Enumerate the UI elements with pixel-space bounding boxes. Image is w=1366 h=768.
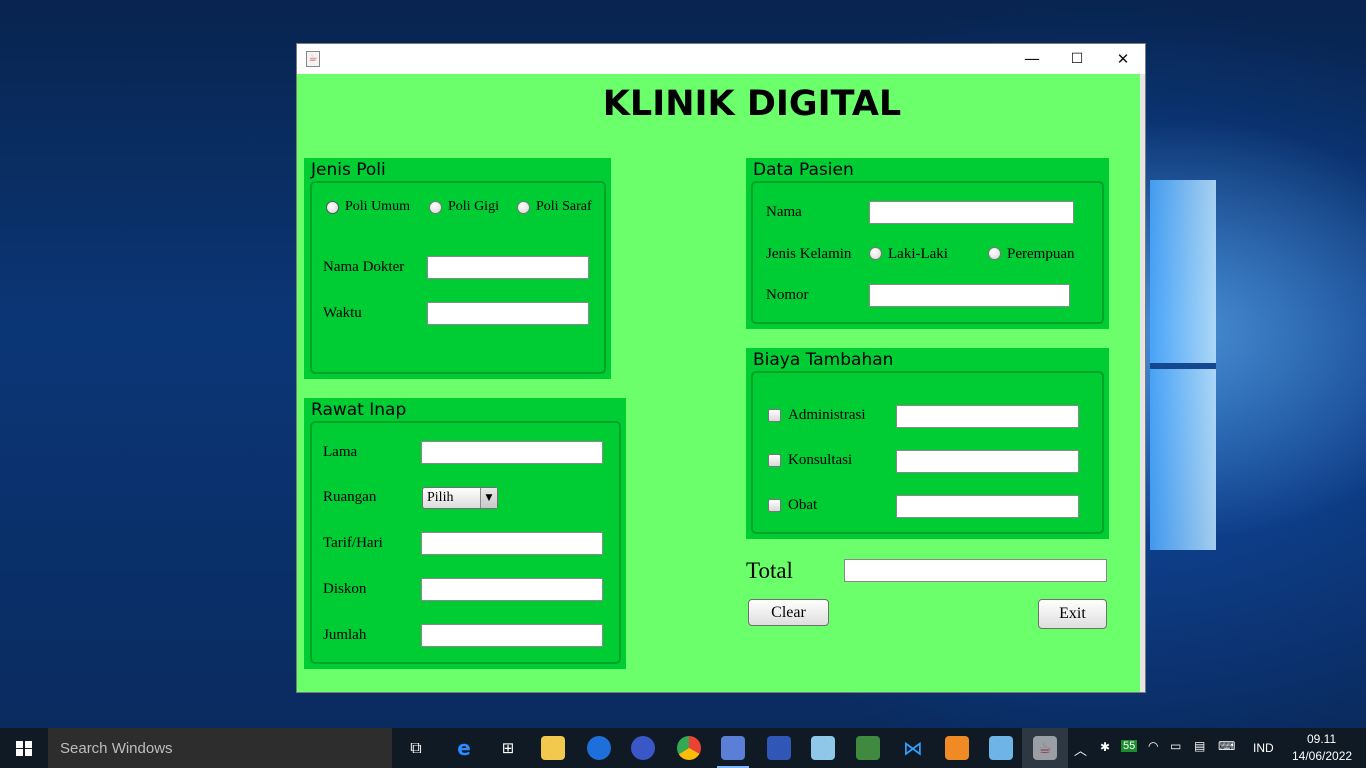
biaya-tambahan-title: Biaya Tambahan <box>753 350 894 370</box>
windows-logo-wallpaper <box>1150 180 1216 550</box>
store-icon[interactable]: ⊞ <box>496 736 520 760</box>
task-view-icon[interactable]: ⧉ <box>404 736 428 760</box>
perempuan-label: Perempuan <box>1007 246 1075 262</box>
window-edge <box>1140 74 1145 692</box>
start-button[interactable] <box>0 728 48 768</box>
rawat-inap-panel: Rawat Inap Lama Ruangan Pilih ▼ Tarif/Ha… <box>304 398 626 669</box>
bluetooth-icon[interactable]: ✱ <box>1100 740 1110 754</box>
java-app-icon: ☕ <box>306 51 320 67</box>
data-pasien-panel: Data Pasien Nama Jenis Kelamin Laki-Laki… <box>746 158 1109 329</box>
exit-button[interactable]: Exit <box>1038 599 1107 629</box>
nomor-field[interactable] <box>869 284 1070 307</box>
vscode-icon[interactable]: ⋈ <box>901 736 925 760</box>
nomor-label: Nomor <box>766 287 809 303</box>
title-bar[interactable]: ☕ — ☐ ✕ <box>297 44 1145 74</box>
biaya-tambahan-panel: Biaya Tambahan Administrasi Konsultasi O… <box>746 348 1109 539</box>
chevron-down-icon[interactable]: ▼ <box>480 488 497 508</box>
poli-umum-radio[interactable] <box>326 201 339 214</box>
clear-button[interactable]: Clear <box>748 599 829 626</box>
lama-label: Lama <box>323 444 358 460</box>
administrasi-checkbox[interactable] <box>768 409 781 422</box>
virtualbox-icon[interactable] <box>945 736 969 760</box>
poli-gigi-label: Poli Gigi <box>448 199 499 214</box>
firefox-icon[interactable] <box>631 736 655 760</box>
poli-saraf-radio[interactable] <box>517 201 530 214</box>
tarif-hari-label: Tarif/Hari <box>323 535 383 551</box>
close-button[interactable]: ✕ <box>1100 44 1146 74</box>
paint-icon[interactable] <box>721 736 745 760</box>
ruangan-dropdown[interactable]: Pilih ▼ <box>422 487 498 509</box>
page-title: KLINIK DIGITAL <box>602 84 902 124</box>
waktu-label: Waktu <box>323 305 362 321</box>
notepad-icon[interactable] <box>811 736 835 760</box>
obat-field[interactable] <box>896 495 1079 518</box>
3d-box-icon[interactable] <box>989 736 1013 760</box>
obat-checkbox[interactable] <box>768 499 781 512</box>
diskon-label: Diskon <box>323 581 367 597</box>
java-active-highlight <box>1022 728 1068 768</box>
laki-laki-radio[interactable] <box>869 247 882 260</box>
minimize-button[interactable]: — <box>1009 44 1055 74</box>
edge-icon[interactable]: e <box>452 736 476 760</box>
waktu-field[interactable] <box>427 302 589 325</box>
search-placeholder: Search Windows <box>60 740 173 757</box>
konsultasi-field[interactable] <box>896 450 1079 473</box>
chrome-icon[interactable] <box>677 736 701 760</box>
konsultasi-label: Konsultasi <box>788 452 853 468</box>
battery-badge[interactable]: 55 <box>1121 740 1138 752</box>
tarif-hari-field[interactable] <box>421 532 603 555</box>
poli-gigi-radio[interactable] <box>429 201 442 214</box>
form-content: KLINIK DIGITAL Jenis Poli Poli Umum Poli… <box>297 74 1140 692</box>
tray-chevron-up-icon[interactable]: ︿ <box>1074 740 1087 759</box>
nama-dokter-label: Nama Dokter <box>323 259 405 275</box>
jenis-poli-panel: Jenis Poli Poli Umum Poli Gigi Poli Sara… <box>304 158 611 379</box>
app-window: ☕ — ☐ ✕ KLINIK DIGITAL Jenis Poli Poli U… <box>296 43 1146 693</box>
rawat-inap-title: Rawat Inap <box>311 400 407 420</box>
lama-field[interactable] <box>421 441 603 464</box>
ruangan-label: Ruangan <box>323 489 377 505</box>
file-explorer-icon[interactable] <box>541 736 565 760</box>
total-field[interactable] <box>844 559 1107 582</box>
nama-dokter-field[interactable] <box>427 256 589 279</box>
wifi-icon[interactable]: ◠ <box>1148 739 1158 753</box>
clock-time[interactable]: 09.11 <box>1307 732 1336 746</box>
konsultasi-checkbox[interactable] <box>768 454 781 467</box>
administrasi-field[interactable] <box>896 405 1079 428</box>
search-box[interactable]: Search Windows <box>48 728 392 768</box>
total-label: Total <box>746 558 793 583</box>
clock-date[interactable]: 14/06/2022 <box>1292 749 1352 763</box>
language-indicator[interactable]: IND <box>1253 741 1274 755</box>
jumlah-label: Jumlah <box>323 627 367 643</box>
notes-icon[interactable]: ▤ <box>1194 739 1205 753</box>
obat-label: Obat <box>788 497 818 513</box>
diskon-field[interactable] <box>421 578 603 601</box>
maximize-button[interactable]: ☐ <box>1054 44 1100 74</box>
power-icon[interactable]: ▭ <box>1170 739 1181 753</box>
poli-umum-label: Poli Umum <box>345 199 410 214</box>
perempuan-radio[interactable] <box>988 247 1001 260</box>
jenis-poli-title: Jenis Poli <box>311 160 386 180</box>
nama-label: Nama <box>766 204 802 220</box>
jumlah-field[interactable] <box>421 624 603 647</box>
taskbar: Search Windows ⧉ e ⊞ ⋈ ☕ ︿ ✱ 55 ◠ ▭ ▤ ⌨ … <box>0 728 1366 768</box>
archive-icon[interactable] <box>856 736 880 760</box>
jenis-kelamin-label: Jenis Kelamin <box>766 246 852 262</box>
network-tool-icon[interactable] <box>767 736 791 760</box>
nama-field[interactable] <box>869 201 1074 224</box>
administrasi-label: Administrasi <box>788 407 866 423</box>
ruangan-selected: Pilih <box>427 490 454 505</box>
keyboard-icon[interactable]: ⌨ <box>1218 739 1235 753</box>
browser-icon[interactable] <box>587 736 611 760</box>
laki-laki-label: Laki-Laki <box>888 246 948 262</box>
data-pasien-title: Data Pasien <box>753 160 854 180</box>
poli-saraf-label: Poli Saraf <box>536 199 592 214</box>
windows-start-icon <box>16 741 32 756</box>
